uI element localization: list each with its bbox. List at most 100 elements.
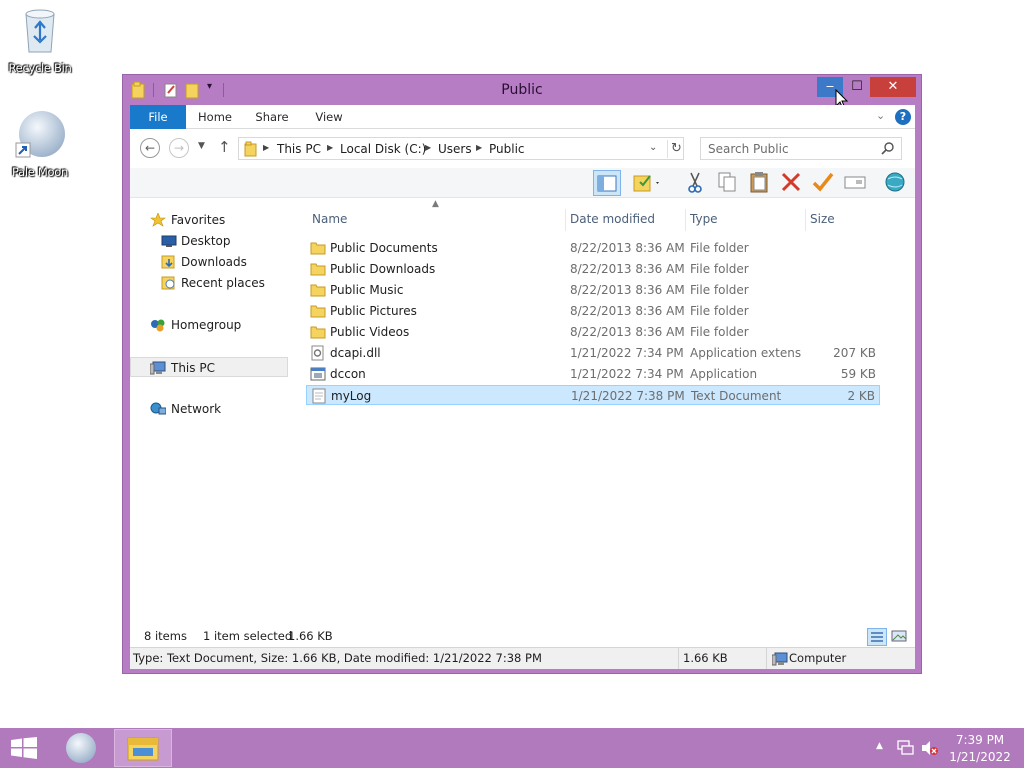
- recent-locations-icon[interactable]: ▼: [198, 141, 205, 151]
- paste-button[interactable]: [746, 170, 774, 196]
- delete-button[interactable]: [778, 170, 806, 196]
- address-history-dropdown-icon[interactable]: ⌄: [649, 142, 657, 153]
- nav-item-favorites[interactable]: Favorites: [130, 210, 288, 230]
- refresh-icon[interactable]: ↻: [667, 140, 685, 158]
- dll-file-icon: [310, 345, 326, 361]
- file-size: 2 KB: [847, 389, 875, 403]
- expand-ribbon-icon[interactable]: ⌄: [876, 109, 885, 122]
- network-tray-icon[interactable]: [897, 740, 915, 756]
- nav-item-desktop[interactable]: Desktop: [130, 231, 288, 251]
- large-icons-view-icon: [891, 630, 907, 642]
- clock-date[interactable]: 1/21/2022: [942, 750, 1018, 764]
- folder-icon: [310, 261, 326, 277]
- file-date: 8/22/2013 8:36 AM: [570, 283, 685, 297]
- taskbar-pale-moon[interactable]: [62, 731, 100, 765]
- show-hidden-icons-icon[interactable]: ▲: [876, 741, 883, 751]
- forward-button[interactable]: →: [169, 138, 189, 158]
- search-icon[interactable]: [881, 141, 895, 155]
- title-bar[interactable]: ▾ Public ‒ ☐ ✕: [123, 75, 921, 110]
- file-row[interactable]: Public Videos 8/22/2013 8:36 AM File fol…: [306, 322, 880, 342]
- globe-icon: [885, 172, 905, 192]
- copy-icon: [718, 172, 736, 192]
- tab-home[interactable]: Home: [190, 105, 240, 129]
- navigation-pane-button[interactable]: [593, 170, 621, 196]
- file-row[interactable]: dcapi.dll 1/21/2022 7:34 PM Application …: [306, 343, 880, 363]
- address-bar[interactable]: ▶ This PC ▶ Local Disk (C:) ▶ Users ▶ Pu…: [238, 137, 684, 160]
- column-header-size[interactable]: Size: [806, 209, 883, 231]
- column-header-date-modified[interactable]: Date modified: [566, 209, 686, 231]
- file-row-selected[interactable]: myLog 1/21/2022 7:38 PM Text Document 2 …: [306, 385, 880, 405]
- breadcrumb-separator-icon[interactable]: ▶: [425, 143, 431, 152]
- desktop-icon: [161, 234, 177, 248]
- breadcrumb-users[interactable]: Users: [438, 142, 472, 156]
- file-date: 1/21/2022 7:34 PM: [570, 367, 684, 381]
- column-header-type[interactable]: Type: [686, 209, 806, 231]
- file-row[interactable]: Public Pictures 8/22/2013 8:36 AM File f…: [306, 301, 880, 321]
- file-row[interactable]: Public Documents 8/22/2013 8:36 AM File …: [306, 238, 880, 258]
- details-view-button[interactable]: [867, 628, 887, 646]
- breadcrumb-separator-icon[interactable]: ▶: [476, 143, 482, 152]
- internet-button[interactable]: [882, 170, 910, 196]
- file-type: File folder: [690, 304, 749, 318]
- file-type: File folder: [690, 283, 749, 297]
- nav-item-downloads[interactable]: Downloads: [130, 252, 288, 272]
- rename-button[interactable]: [810, 170, 838, 196]
- breadcrumb-separator-icon[interactable]: ▶: [327, 143, 333, 152]
- cut-button[interactable]: [682, 170, 710, 196]
- pale-moon-desktop-icon[interactable]: Pale Moon: [0, 110, 80, 179]
- column-header-name[interactable]: Name: [308, 209, 566, 231]
- rename-icon: [844, 176, 866, 189]
- nav-label: Network: [171, 402, 222, 416]
- file-type: Application: [690, 367, 758, 381]
- nav-item-homegroup[interactable]: Homegroup: [130, 315, 288, 335]
- search-input[interactable]: [701, 138, 877, 159]
- up-button[interactable]: ↑: [218, 138, 231, 156]
- file-date: 8/22/2013 8:36 AM: [570, 262, 685, 276]
- window-content: File Home Share View ⌄ ? ← → ▼ ↑ ▶ This …: [130, 105, 915, 669]
- file-row[interactable]: dccon 1/21/2022 7:34 PM Application 59 K…: [306, 364, 880, 384]
- rename-field-button[interactable]: [842, 170, 870, 196]
- delete-icon: [781, 172, 801, 192]
- recycle-bin-desktop-icon[interactable]: Recycle Bin: [0, 6, 80, 75]
- file-size: 207 KB: [833, 346, 876, 360]
- file-row[interactable]: Public Downloads 8/22/2013 8:36 AM File …: [306, 259, 880, 279]
- application-icon: [310, 366, 326, 382]
- file-row[interactable]: Public Music 8/22/2013 8:36 AM File fold…: [306, 280, 880, 300]
- tab-file[interactable]: File: [130, 105, 186, 129]
- nav-label: Homegroup: [171, 318, 242, 332]
- sort-ascending-icon: ▲: [432, 199, 439, 209]
- back-button[interactable]: ←: [140, 138, 160, 158]
- close-button[interactable]: ✕: [870, 77, 916, 97]
- file-date: 8/22/2013 8:36 AM: [570, 325, 685, 339]
- clock-time[interactable]: 7:39 PM: [942, 733, 1018, 747]
- properties-toolbar-button[interactable]: [632, 170, 660, 196]
- nav-item-recent-places[interactable]: Recent places: [130, 273, 288, 293]
- file-type: File folder: [690, 325, 749, 339]
- selection-size: 1.66 KB: [288, 629, 333, 643]
- file-list: ▲ Name Date modified Type Size Public Do…: [304, 199, 904, 619]
- breadcrumb-separator-icon[interactable]: ▶: [263, 143, 269, 152]
- recycle-bin-label: Recycle Bin: [8, 61, 72, 75]
- folder-check-icon: [633, 175, 659, 192]
- nav-item-network[interactable]: Network: [130, 399, 288, 419]
- breadcrumb-this-pc[interactable]: This PC: [277, 142, 321, 156]
- item-count: 8 items: [144, 629, 187, 643]
- tab-share[interactable]: Share: [247, 105, 297, 129]
- taskbar-file-explorer[interactable]: [114, 729, 172, 767]
- folder-icon: [310, 303, 326, 319]
- file-name: dccon: [330, 367, 366, 381]
- tab-view[interactable]: View: [304, 105, 354, 129]
- file-name: Public Downloads: [330, 262, 436, 276]
- copy-button[interactable]: [714, 170, 742, 196]
- file-type: File folder: [690, 262, 749, 276]
- start-button[interactable]: [10, 737, 38, 759]
- details-location-label: Computer: [789, 651, 847, 665]
- breadcrumb-public[interactable]: Public: [489, 142, 525, 156]
- file-name: myLog: [331, 389, 372, 403]
- volume-muted-icon[interactable]: [921, 740, 939, 756]
- help-icon[interactable]: ?: [895, 109, 911, 125]
- nav-item-this-pc[interactable]: This PC: [130, 357, 288, 377]
- file-date: 8/22/2013 8:36 AM: [570, 304, 685, 318]
- breadcrumb-local-disk[interactable]: Local Disk (C:): [340, 142, 426, 156]
- large-icons-view-button[interactable]: [890, 628, 908, 646]
